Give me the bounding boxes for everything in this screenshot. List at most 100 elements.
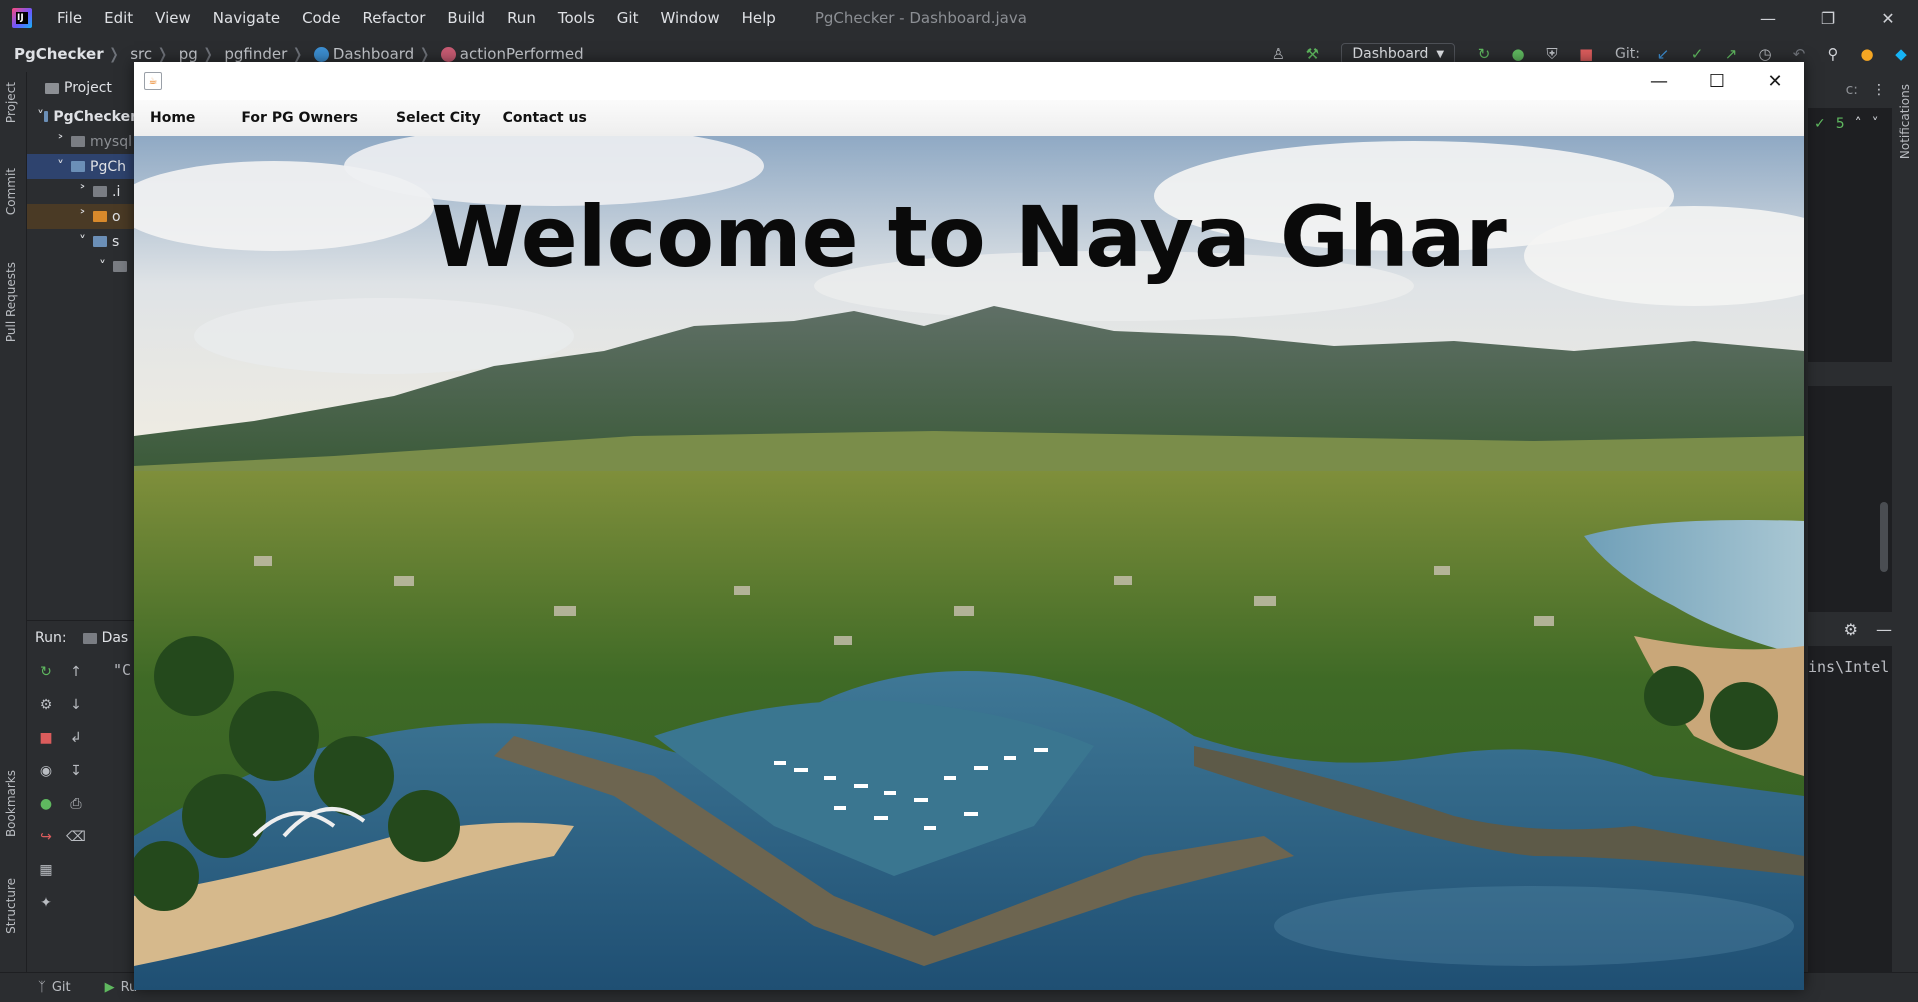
tool-notifications[interactable]: Notifications — [1898, 84, 1912, 159]
update-badge-icon[interactable]: ● — [1857, 44, 1877, 64]
chevron-right-icon: ˃ — [79, 208, 86, 225]
run-panel-tabbar: Run: Das — [27, 621, 137, 655]
breadcrumb-method[interactable]: actionPerformed — [460, 45, 584, 63]
gear-icon[interactable]: ⚙ — [1844, 620, 1858, 639]
rerun-icon[interactable]: ↻ — [35, 661, 57, 683]
breadcrumb-src[interactable]: src — [130, 45, 152, 63]
ide-minimize-icon[interactable]: — — [1738, 0, 1798, 36]
folder-icon — [93, 236, 107, 247]
method-icon — [440, 46, 456, 62]
menu-view[interactable]: View — [155, 9, 191, 27]
git-branch-icon: ᛉ — [38, 980, 46, 995]
tree-item[interactable]: ˅ PgChecker — [27, 104, 137, 129]
ide-restore-icon[interactable]: ❐ — [1798, 0, 1858, 36]
menu-run[interactable]: Run — [507, 9, 536, 27]
build-hammer-icon[interactable]: ⚒ — [1302, 44, 1322, 64]
menu-help[interactable]: Help — [742, 9, 776, 27]
menu-home[interactable]: Home — [134, 110, 211, 126]
git-push-icon[interactable]: ↗ — [1721, 44, 1741, 64]
coverage-shield-icon[interactable]: ⛨ — [1542, 44, 1562, 64]
pin-icon[interactable]: ✦ — [35, 892, 57, 914]
breadcrumb-dashboard[interactable]: Dashboard — [333, 45, 414, 63]
down-arrow-icon[interactable]: ↓ — [65, 694, 87, 716]
chevron-down-icon: ˅ — [79, 233, 86, 250]
editor-scrollbar[interactable] — [1880, 502, 1888, 572]
breadcrumb-pg[interactable]: pg — [179, 45, 198, 63]
chevron-down-icon: ˅ — [57, 158, 64, 175]
menu-code[interactable]: Code — [302, 9, 340, 27]
exit-icon[interactable]: ↪ — [35, 826, 57, 848]
scroll-to-end-icon[interactable]: ↧ — [65, 760, 87, 782]
console-output-fragment: ins\Intel — [1808, 658, 1890, 676]
chevron-up-icon[interactable]: ˄ — [1855, 116, 1862, 132]
tree-item[interactable]: ˅ s — [27, 229, 137, 254]
minimize-icon[interactable]: — — [1630, 62, 1688, 100]
breadcrumb-project[interactable]: PgChecker — [14, 45, 104, 63]
app-titlebar[interactable]: ☕ — ☐ ✕ — [134, 62, 1804, 100]
editor-tab-fragment[interactable]: c: — [1846, 82, 1858, 98]
git-commit-icon[interactable]: ✓ — [1687, 44, 1707, 64]
ide-window-title: PgChecker - Dashboard.java — [814, 9, 1027, 27]
breadcrumb-pgfinder[interactable]: pgfinder — [224, 45, 287, 63]
git-update-icon[interactable]: ↙ — [1653, 44, 1673, 64]
menu-window[interactable]: Window — [660, 9, 719, 27]
print-icon[interactable]: ⎙ — [65, 793, 87, 815]
chevron-down-icon: ▼ — [1436, 48, 1445, 60]
menu-build[interactable]: Build — [447, 9, 485, 27]
inspection-widget[interactable]: ✓ 5 ˄ ˅ — [1808, 112, 1898, 136]
debug-bug-icon[interactable]: ● — [1508, 44, 1528, 64]
ide-close-icon[interactable]: ✕ — [1858, 0, 1918, 36]
menu-git[interactable]: Git — [617, 9, 639, 27]
intellij-logo-icon: IJ — [12, 8, 32, 28]
project-panel-header[interactable]: Project — [27, 72, 137, 104]
close-icon[interactable]: ✕ — [1746, 62, 1804, 100]
chevron-right-icon: ˃ — [57, 133, 64, 150]
menu-navigate[interactable]: Navigate — [213, 9, 280, 27]
soft-wrap-icon[interactable]: ↲ — [65, 727, 87, 749]
run-tab[interactable]: Das — [102, 630, 129, 646]
user-icon[interactable]: ♙ — [1268, 44, 1288, 64]
wrench-icon[interactable]: ⚙ — [35, 694, 57, 716]
menu-select-city[interactable]: Select City — [374, 110, 497, 126]
debug-bug-icon[interactable]: ● — [35, 793, 57, 815]
more-vertical-icon[interactable]: ⋮ — [1872, 82, 1886, 98]
tree-item[interactable]: ˃ .i — [27, 179, 137, 204]
right-tool-strip: Notifications — [1891, 72, 1918, 972]
tool-commit[interactable]: Commit — [4, 168, 18, 215]
stop-icon[interactable]: ■ — [35, 727, 57, 749]
tool-project[interactable]: Project — [4, 82, 18, 123]
rerun-icon[interactable]: ↻ — [1474, 44, 1494, 64]
menu-contact-us[interactable]: Contact us — [497, 110, 603, 126]
menu-for-pg-owners[interactable]: For PG Owners — [211, 110, 374, 126]
history-clock-icon[interactable]: ◷ — [1755, 44, 1775, 64]
trash-icon[interactable]: ⌫ — [65, 826, 87, 848]
tool-pull-requests[interactable]: Pull Requests — [4, 262, 18, 342]
stop-icon[interactable]: ■ — [1576, 44, 1596, 64]
breadcrumb-separator-icon: ❭ — [201, 45, 215, 63]
search-icon[interactable]: ⚲ — [1823, 44, 1843, 64]
chevron-down-icon[interactable]: ˅ — [1872, 116, 1879, 132]
ide-menubar: IJ File Edit View Navigate Code Refactor… — [0, 0, 1918, 36]
hide-icon[interactable]: — — [1876, 620, 1892, 639]
camera-icon[interactable]: ◉ — [35, 760, 57, 782]
menu-refactor[interactable]: Refactor — [362, 9, 425, 27]
project-view-icon — [45, 82, 59, 94]
layout-icon[interactable]: ▦ — [35, 859, 57, 881]
left-tool-strip: Project Commit Pull Requests Bookmarks S… — [0, 72, 27, 972]
tool-bookmarks[interactable]: Bookmarks — [4, 770, 18, 837]
tree-item[interactable]: ˅ — [27, 254, 137, 279]
up-arrow-icon[interactable]: ↑ — [65, 661, 87, 683]
rollback-icon[interactable]: ↶ — [1789, 44, 1809, 64]
folder-icon — [93, 186, 107, 197]
jetbrains-logo-icon[interactable]: ◆ — [1891, 44, 1911, 64]
tree-item[interactable]: ˅ PgCh — [27, 154, 137, 179]
menu-edit[interactable]: Edit — [104, 9, 133, 27]
tool-structure[interactable]: Structure — [4, 878, 18, 934]
menu-file[interactable]: File — [57, 9, 82, 27]
maximize-icon[interactable]: ☐ — [1688, 62, 1746, 100]
tree-item[interactable]: ˃ mysql — [27, 129, 137, 154]
menu-tools[interactable]: Tools — [558, 9, 595, 27]
project-panel-title: Project — [64, 80, 112, 96]
status-git[interactable]: Git — [52, 980, 71, 995]
tree-item[interactable]: ˃ o — [27, 204, 137, 229]
